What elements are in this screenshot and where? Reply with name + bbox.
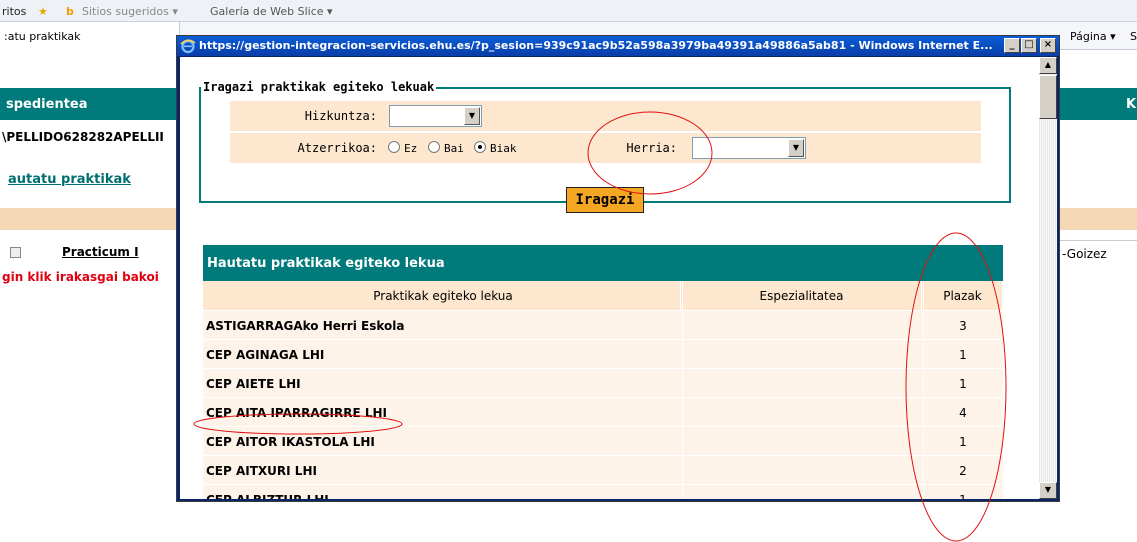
radio-bai-label: Bai (444, 142, 464, 155)
row-espezialitatea (682, 340, 922, 368)
row-plazak: 2 (959, 464, 967, 478)
hizkuntza-label: Hizkuntza: (304, 109, 377, 123)
suggested-sites[interactable]: Sitios sugeridos ▾ (82, 5, 178, 18)
atzerrikoa-label: Atzerrikoa: (297, 141, 377, 155)
row-place: CEP AGINAGA LHI (206, 348, 325, 362)
table-row[interactable]: CEP AIETE LHI 1 (203, 369, 1003, 398)
table-row[interactable]: CEP AITXURI LHI 2 (203, 456, 1003, 485)
row-espezialitatea (682, 485, 922, 499)
table-row[interactable]: CEP ALBIZTUR LHI 1 (203, 485, 1003, 499)
practicum-link[interactable]: Practicum I (62, 245, 139, 259)
table-row[interactable]: CEP AITOR IKASTOLA LHI 1 (203, 427, 1003, 456)
row-place: CEP ALBIZTUR LHI (203, 485, 681, 499)
filter-row-atzerrikoa: Atzerrikoa: Ez Bai Biak Herria: ▼ (230, 133, 981, 163)
browser-tab[interactable]: :atu praktikak (0, 22, 180, 50)
row-plazak: 1 (923, 485, 1003, 499)
radio-bai[interactable] (428, 141, 440, 153)
column-header-espezialitatea: Espezialitatea (682, 281, 922, 310)
favorites-label[interactable]: ritos (2, 5, 26, 18)
page-header-right: K (1126, 97, 1137, 112)
column-header-place: Praktikak egiteko lekua (203, 281, 681, 310)
click-notice: gin klik irakasgai bakoi (2, 270, 159, 284)
row-espezialitatea (682, 311, 922, 339)
column-header-plazak: Plazak (923, 281, 1003, 310)
table-row[interactable]: ASTIGARRAGAko Herri Eskola 3 (203, 311, 1003, 340)
row-plazak: 1 (959, 377, 967, 391)
radio-biak[interactable] (474, 141, 486, 153)
row-plazak: 3 (959, 319, 967, 333)
page-menu-cut[interactable]: S (1130, 30, 1137, 43)
popup-titlebar[interactable]: https://gestion-integracion-servicios.eh… (177, 36, 1059, 56)
student-name: \PELLIDO628282APELLII (2, 130, 164, 144)
results-title: Hautatu praktikak egiteko lekua (203, 245, 1003, 281)
scroll-up-icon[interactable]: ▲ (1039, 57, 1057, 74)
radio-ez[interactable] (388, 141, 400, 153)
vertical-scrollbar[interactable]: ▲ ▼ (1039, 57, 1057, 499)
row-espezialitatea (682, 456, 922, 484)
hautatu-praktikak-link[interactable]: autatu praktikak (8, 172, 131, 187)
close-button[interactable]: × (1040, 38, 1056, 53)
page-menu[interactable]: Página ▾ (1070, 30, 1116, 43)
tab-title: :atu praktikak (4, 30, 81, 43)
filter-row-hizkuntza: Hizkuntza: ▼ (230, 101, 981, 131)
divider (1050, 240, 1137, 241)
results-table: Praktikak egiteko lekua Espezialitatea P… (203, 281, 1003, 499)
practicum-checkbox[interactable] (10, 247, 21, 258)
row-espezialitatea (682, 398, 922, 426)
favorites-bar: ritos ★ b Sitios sugeridos ▾ Galería de … (0, 0, 1137, 22)
popup-title: https://gestion-integracion-servicios.eh… (199, 39, 993, 52)
herria-label-cell: Herria: (563, 133, 683, 163)
minimize-button[interactable]: _ (1004, 38, 1020, 53)
iragazi-button[interactable]: Iragazi (566, 187, 644, 213)
row-plazak: 1 (959, 348, 967, 362)
herria-select[interactable]: ▼ (692, 137, 806, 159)
row-place: CEP AITOR IKASTOLA LHI (206, 435, 375, 449)
radio-biak-label: Biak (490, 142, 517, 155)
popup-window: https://gestion-integracion-servicios.eh… (176, 35, 1060, 502)
star-icon[interactable]: ★ (38, 5, 48, 18)
scroll-thumb[interactable] (1039, 75, 1057, 119)
maximize-button[interactable]: □ (1021, 38, 1037, 53)
column-divider (682, 281, 683, 499)
table-header-row: Praktikak egiteko lekua Espezialitatea P… (203, 281, 1003, 311)
scroll-down-icon[interactable]: ▼ (1039, 482, 1057, 499)
radio-ez-label: Ez (404, 142, 418, 155)
table-row[interactable]: CEP AGINAGA LHI 1 (203, 340, 1003, 369)
row-espezialitatea (682, 427, 922, 455)
row-place: ASTIGARRAGAko Herri Eskola (206, 319, 405, 333)
popup-content: Iragazi praktikak egiteko lekuak Hizkunt… (180, 57, 1057, 499)
chevron-down-icon[interactable]: ▼ (788, 139, 804, 157)
row-plazak: 4 (959, 406, 967, 420)
bing-icon: b (66, 5, 74, 18)
row-espezialitatea (682, 369, 922, 397)
table-row[interactable]: CEP AITA IPARRAGIRRE LHI 4 (203, 398, 1003, 427)
chevron-down-icon[interactable]: ▼ (464, 107, 480, 125)
column-divider (923, 281, 924, 499)
page-header-title: spedientea (6, 97, 88, 112)
filter-legend: Iragazi praktikak egiteko lekuak (201, 80, 437, 94)
web-slice-gallery[interactable]: Galería de Web Slice ▾ (210, 5, 333, 18)
hizkuntza-select[interactable]: ▼ (389, 105, 482, 127)
row-place: CEP AITA IPARRAGIRRE LHI (206, 406, 387, 420)
ie-icon (180, 39, 196, 54)
row-plazak: 1 (959, 435, 967, 449)
row-place: CEP AITXURI LHI (206, 464, 317, 478)
row-place: CEP AIETE LHI (206, 377, 301, 391)
schedule-text: -Goizez (1062, 247, 1107, 261)
herria-label: Herria: (626, 141, 677, 155)
